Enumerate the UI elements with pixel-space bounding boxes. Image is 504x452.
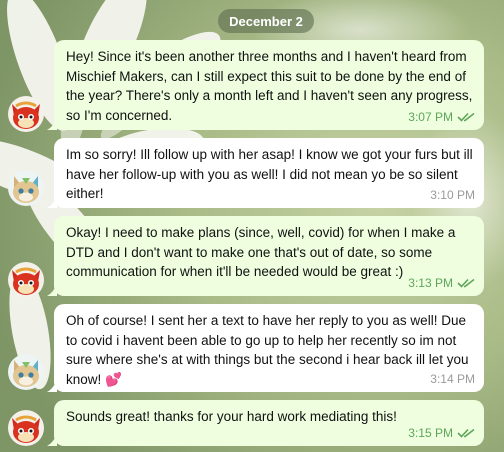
message-text: Oh of course! I sent her a text to have … xyxy=(66,313,469,387)
sender-avatar[interactable] xyxy=(8,410,44,446)
message-time: 3:14 PM xyxy=(430,372,475,386)
bubble-tail xyxy=(47,196,57,208)
incoming-message-bubble[interactable]: Oh of course! I sent her a text to have … xyxy=(47,304,484,392)
recipient-avatar[interactable] xyxy=(8,354,44,390)
message-text: Okay! I need to make plans (since, well,… xyxy=(66,225,456,279)
double-check-icon xyxy=(457,112,475,122)
message-meta: 3:14 PM xyxy=(430,372,475,386)
bubble-tail xyxy=(47,434,57,446)
recipient-avatar[interactable] xyxy=(8,170,44,206)
date-separator: December 2 xyxy=(218,9,314,33)
message-time: 3:15 PM xyxy=(408,426,453,440)
sender-avatar[interactable] xyxy=(8,96,44,132)
outgoing-message-bubble[interactable]: Okay! I need to make plans (since, well,… xyxy=(47,216,484,296)
message-meta: 3:15 PM xyxy=(408,426,475,440)
red-fox-character-avatar-icon xyxy=(8,410,44,446)
message-time: 3:13 PM xyxy=(408,276,453,290)
red-fox-character-avatar-icon xyxy=(8,262,44,298)
message-text: Im so sorry! Ill follow up with her asap… xyxy=(66,147,473,201)
sender-avatar[interactable] xyxy=(8,262,44,298)
message-meta: 3:13 PM xyxy=(408,276,475,290)
bubble-tail xyxy=(47,284,57,296)
red-fox-character-avatar-icon xyxy=(8,96,44,132)
tan-cat-character-avatar-icon xyxy=(8,170,44,206)
message-meta: 3:07 PM xyxy=(408,110,475,124)
message-meta: 3:10 PM xyxy=(430,188,475,202)
message-time: 3:07 PM xyxy=(408,110,453,124)
outgoing-message-bubble[interactable]: Hey! Since it's been another three month… xyxy=(47,40,484,130)
bubble-tail xyxy=(47,118,57,130)
incoming-message-bubble[interactable]: Im so sorry! Ill follow up with her asap… xyxy=(47,138,484,208)
message-time: 3:10 PM xyxy=(430,188,475,202)
outgoing-message-bubble[interactable]: Sounds great! thanks for your hard work … xyxy=(47,400,484,446)
message-text: Sounds great! thanks for your hard work … xyxy=(66,409,397,424)
tan-cat-character-avatar-icon xyxy=(8,354,44,390)
double-check-icon xyxy=(457,428,475,438)
double-check-icon xyxy=(457,278,475,288)
bubble-tail xyxy=(47,380,57,392)
